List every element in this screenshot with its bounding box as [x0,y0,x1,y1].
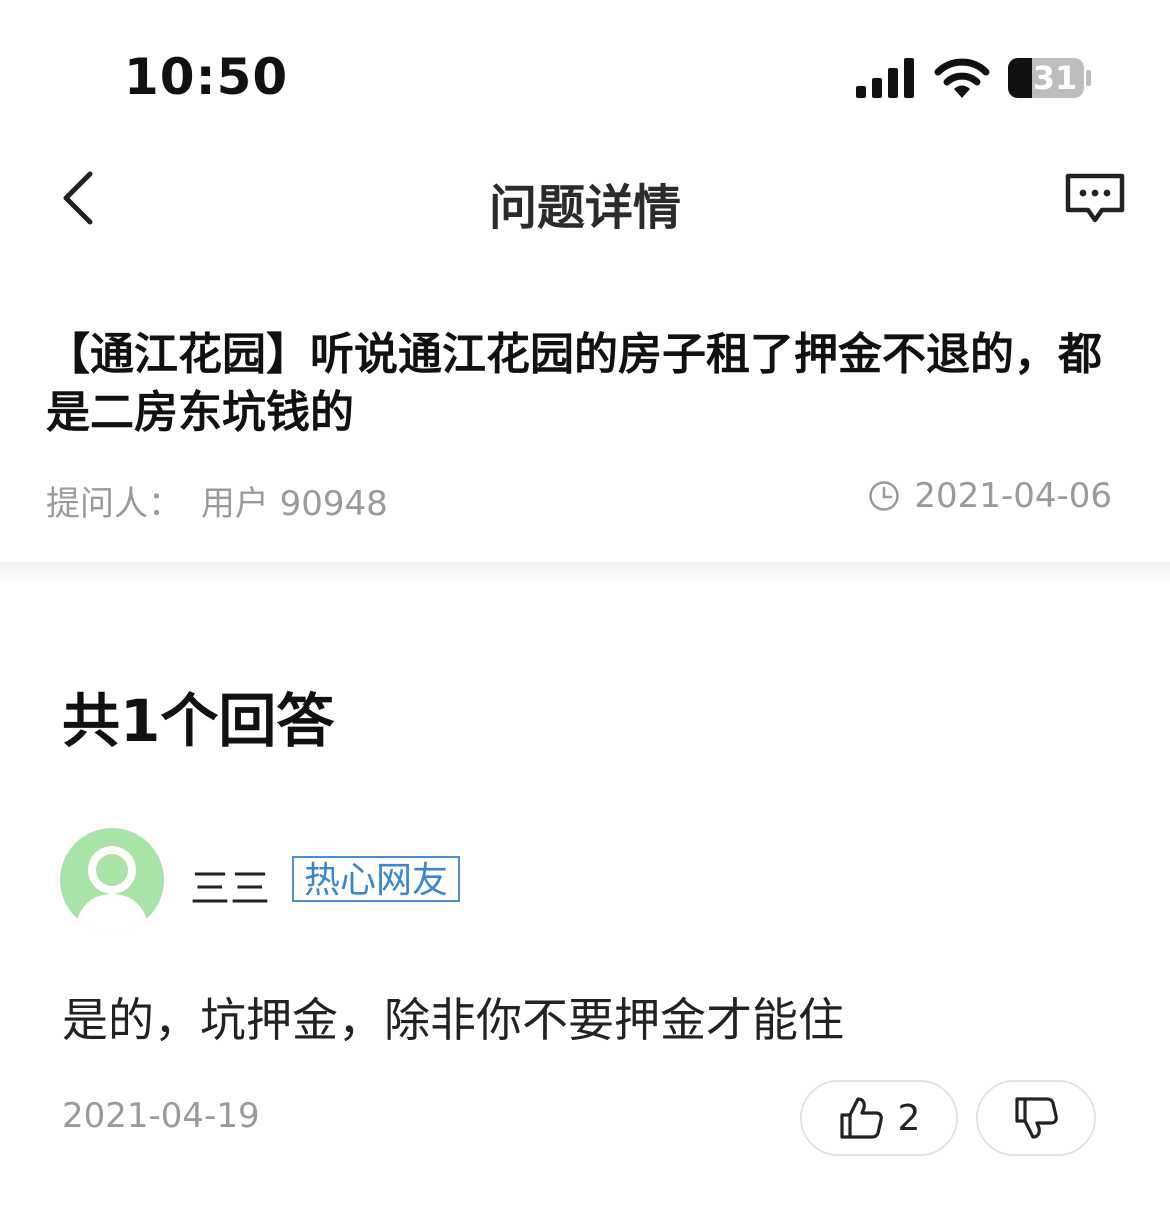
answer-date: 2021-04-19 [62,1096,260,1136]
asker-name: 用户 90948 [200,484,388,524]
question-title: 【通江花园】听说通江花园的房子租了押金不退的，都是二房东坑钱的 [46,329,1102,438]
answers-count-heading: 共1个回答 [62,687,335,755]
clock-icon [869,481,900,511]
thumbs-up-icon [839,1097,883,1139]
like-count: 2 [897,1097,921,1139]
default-user-icon [74,846,150,932]
page-title: 问题详情 [488,180,681,236]
asker-label: 提问人： [46,484,182,524]
answer-user-name[interactable]: 三三 [190,856,270,914]
section-divider [0,562,1170,584]
status-time: 10:50 [124,48,289,106]
question-date-text: 2021-04-06 [914,476,1112,516]
avatar[interactable] [60,828,164,932]
question-asker: 提问人： 用户 90948 [46,476,388,525]
wifi-icon [934,58,990,98]
answer-text: 是的，坑押金，除非你不要押金才能住 [62,993,844,1047]
cellular-signal-icon [856,58,914,98]
like-button[interactable]: 2 [800,1080,958,1156]
message-icon[interactable] [1064,172,1126,226]
thumbs-down-icon [1015,1097,1058,1139]
battery-indicator: 31 [1008,56,1092,100]
user-badge: 热心网友 [292,856,461,902]
battery-level: 31 [1032,59,1078,97]
question-date: 2021-04-06 [868,476,1112,516]
dislike-button[interactable] [976,1080,1096,1156]
